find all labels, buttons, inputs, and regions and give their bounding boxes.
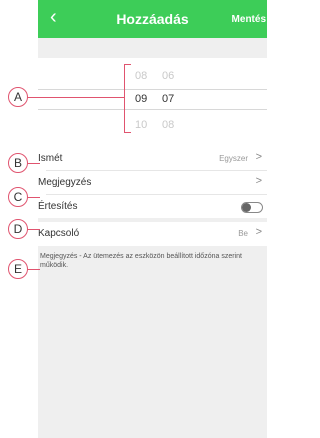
callout-line-c bbox=[27, 197, 40, 198]
chevron-right-icon: > bbox=[255, 151, 262, 163]
notification-toggle[interactable] bbox=[241, 202, 263, 213]
repeat-label: Ismét bbox=[38, 153, 63, 164]
switch-value: Be bbox=[238, 229, 248, 238]
schedule-screen: 08 06 09 07 10 08 Ismét Egyszer > Megjeg… bbox=[38, 38, 267, 438]
picker-row-next[interactable]: 10 08 bbox=[38, 115, 267, 135]
chevron-right-icon: > bbox=[255, 226, 262, 238]
hour-option[interactable]: 10 bbox=[135, 119, 147, 131]
switch-row[interactable]: Kapcsoló Be > bbox=[38, 222, 267, 245]
hour-option[interactable]: 08 bbox=[135, 70, 147, 82]
toggle-knob bbox=[242, 203, 251, 212]
note-row[interactable]: Megjegyzés > bbox=[38, 171, 267, 194]
time-picker[interactable]: 08 06 09 07 10 08 bbox=[38, 58, 267, 156]
selection-line-bottom bbox=[38, 109, 267, 110]
minute-option[interactable]: 06 bbox=[162, 70, 174, 82]
repeat-row[interactable]: Ismét Egyszer > bbox=[38, 147, 267, 170]
switch-label: Kapcsoló bbox=[38, 228, 80, 239]
notification-row: Értesítés bbox=[38, 195, 267, 218]
callout-d: D bbox=[8, 219, 28, 239]
chevron-right-icon: > bbox=[255, 175, 262, 187]
callout-line-a bbox=[27, 97, 124, 98]
note-label: Megjegyzés bbox=[38, 177, 92, 188]
top-bar: ‹ Hozzáadás Mentés bbox=[38, 0, 267, 38]
picker-row-previous[interactable]: 08 06 bbox=[38, 66, 267, 86]
callout-a: A bbox=[8, 87, 28, 107]
minute-selected[interactable]: 07 bbox=[162, 93, 174, 105]
repeat-value: Egyszer bbox=[219, 154, 248, 163]
callout-b: B bbox=[8, 153, 28, 173]
save-button[interactable]: Mentés bbox=[232, 14, 266, 25]
callout-line-d bbox=[27, 229, 40, 230]
settings-group: Ismét Egyszer > Megjegyzés > Értesítés bbox=[38, 147, 267, 218]
notification-label: Értesítés bbox=[38, 201, 78, 212]
callout-line-b bbox=[27, 163, 40, 164]
picker-bracket bbox=[124, 64, 131, 133]
callout-c: C bbox=[8, 187, 28, 207]
switch-group: Kapcsoló Be > bbox=[38, 222, 267, 246]
callout-e: E bbox=[8, 259, 28, 279]
hour-selected[interactable]: 09 bbox=[135, 93, 147, 105]
callout-line-e bbox=[27, 269, 40, 270]
minute-option[interactable]: 08 bbox=[162, 119, 174, 131]
picker-row-selected[interactable]: 09 07 bbox=[38, 89, 267, 109]
timezone-note: Megjegyzés - Az ütemezés az eszközön beá… bbox=[40, 253, 242, 269]
